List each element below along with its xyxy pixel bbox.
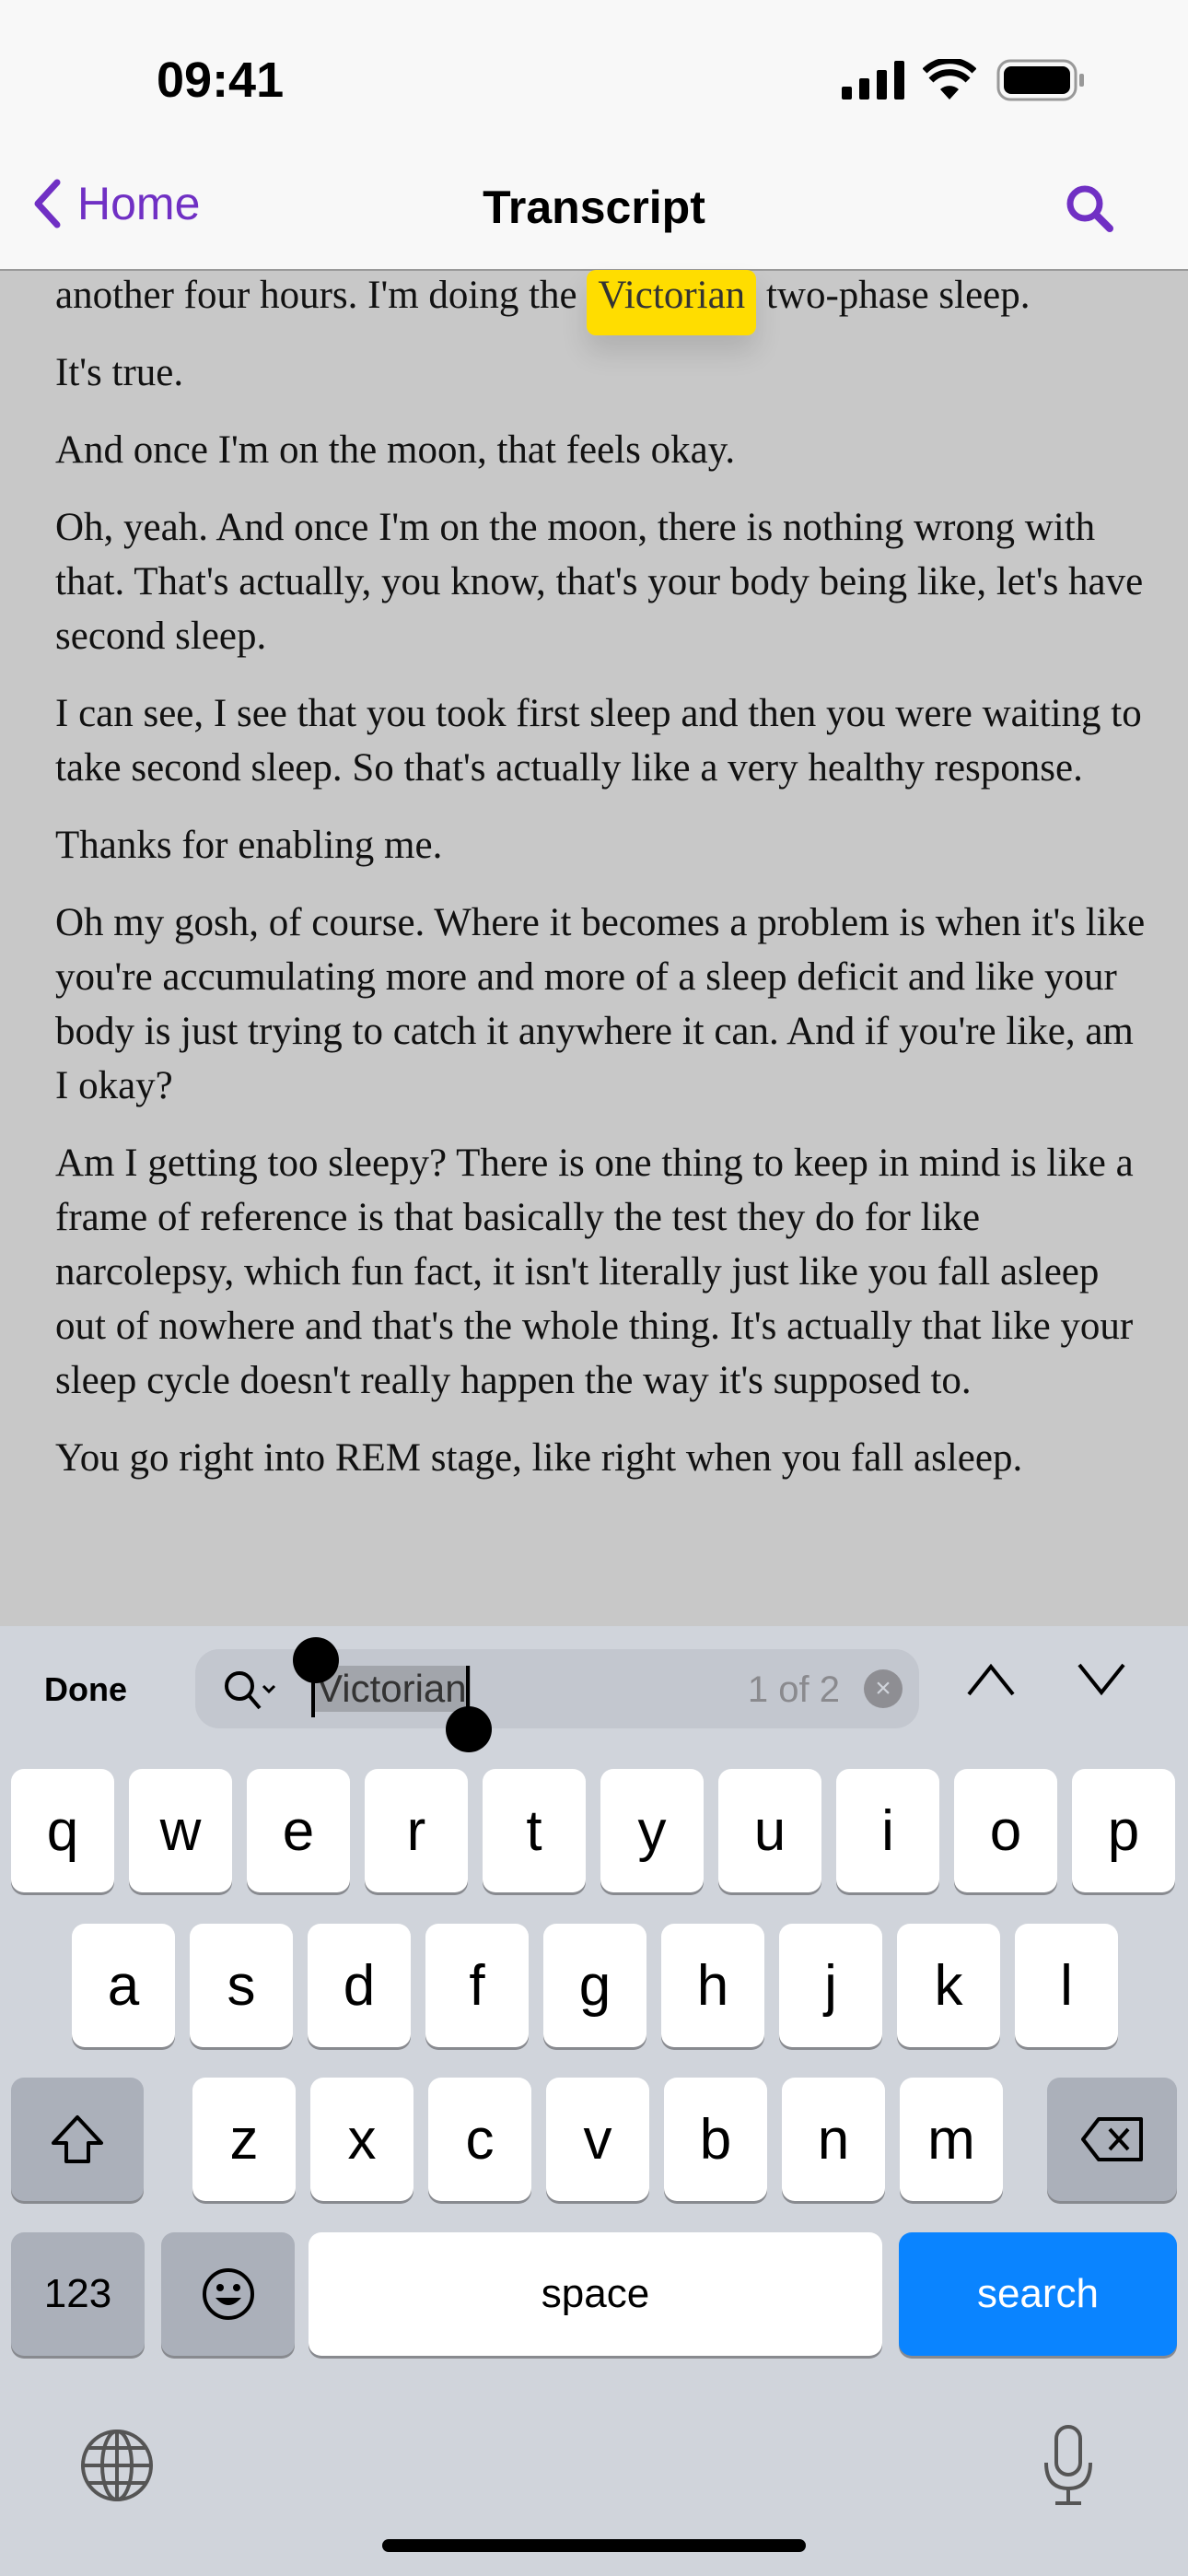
status-time: 09:41 xyxy=(157,53,285,108)
key-v[interactable]: v xyxy=(546,2078,649,2201)
previous-match-icon[interactable] xyxy=(965,1661,1017,1698)
find-query[interactable]: Victorian xyxy=(313,1666,471,1712)
page-title: Transcript xyxy=(483,181,705,233)
next-match-icon[interactable] xyxy=(1076,1661,1127,1698)
key-u[interactable]: u xyxy=(718,1769,821,1892)
transcript-body: another four hours. I'm doing the Victor… xyxy=(55,268,1151,1508)
key-f[interactable]: f xyxy=(425,1924,529,2047)
status-bar: 09:41 xyxy=(0,0,1188,147)
text: another four hours. I'm doing the xyxy=(55,274,588,317)
selection-start-handle[interactable] xyxy=(293,1637,339,1683)
selection-end-handle[interactable] xyxy=(446,1706,492,1752)
backspace-key[interactable] xyxy=(1047,2078,1177,2201)
emoji-key[interactable] xyxy=(161,2232,295,2356)
search-icon[interactable] xyxy=(1064,182,1115,234)
transcript-paragraph: Am I getting too sleepy? There is one th… xyxy=(55,1142,1134,1402)
search-options-icon[interactable] xyxy=(223,1669,282,1710)
transcript-paragraph: Oh, yeah. And once I'm on the moon, ther… xyxy=(55,506,1144,658)
key-o[interactable]: o xyxy=(954,1769,1057,1892)
search-key[interactable]: search xyxy=(899,2232,1177,2356)
home-indicator[interactable] xyxy=(382,2539,806,2552)
key-l[interactable]: l xyxy=(1015,1924,1118,2047)
match-count: 1 of 2 xyxy=(747,1669,840,1710)
text: two-phase sleep. xyxy=(756,274,1031,317)
space-key[interactable]: space xyxy=(309,2232,882,2356)
key-p[interactable]: p xyxy=(1072,1769,1175,1892)
shift-icon xyxy=(52,2115,103,2163)
key-b[interactable]: b xyxy=(664,2078,767,2201)
delete-icon xyxy=(1080,2117,1143,2161)
transcript-paragraph: You go right into REM stage, like right … xyxy=(55,1436,1023,1480)
navigation-bar: Home Transcript xyxy=(0,147,1188,271)
key-y[interactable]: y xyxy=(600,1769,704,1892)
key-c[interactable]: c xyxy=(428,2078,531,2201)
battery-icon xyxy=(996,59,1084,101)
keyboard-area: Done Victorian 1 of 2 × qwertyuiop asdfgh… xyxy=(0,1626,1188,2576)
key-e[interactable]: e xyxy=(247,1769,350,1892)
emoji-icon xyxy=(202,2268,254,2320)
transcript-paragraph: Oh my gosh, of course. Where it becomes … xyxy=(55,901,1146,1107)
numbers-key[interactable]: 123 xyxy=(11,2232,145,2356)
key-q[interactable]: q xyxy=(11,1769,114,1892)
key-z[interactable]: z xyxy=(192,2078,296,2201)
key-g[interactable]: g xyxy=(543,1924,646,2047)
key-s[interactable]: s xyxy=(190,1924,293,2047)
transcript-paragraph: another four hours. I'm doing the Victor… xyxy=(55,268,1151,335)
transcript-paragraph: Thanks for enabling me. xyxy=(55,824,443,867)
transcript-paragraph: It's true. xyxy=(55,351,184,394)
transcript-paragraph: I can see, I see that you took first sle… xyxy=(55,692,1142,790)
key-t[interactable]: t xyxy=(483,1769,586,1892)
key-d[interactable]: d xyxy=(308,1924,411,2047)
key-j[interactable]: j xyxy=(779,1924,882,2047)
key-m[interactable]: m xyxy=(900,2078,1003,2201)
key-i[interactable]: i xyxy=(836,1769,939,1892)
search-match-highlight: Victorian xyxy=(587,270,757,335)
key-h[interactable]: h xyxy=(661,1924,764,2047)
key-w[interactable]: w xyxy=(129,1769,232,1892)
microphone-icon[interactable] xyxy=(1041,2424,1096,2507)
find-field[interactable]: Victorian 1 of 2 × xyxy=(195,1637,919,1752)
clear-icon[interactable]: × xyxy=(864,1669,903,1708)
key-n[interactable]: n xyxy=(782,2078,885,2201)
wifi-icon xyxy=(923,59,976,100)
key-x[interactable]: x xyxy=(310,2078,413,2201)
key-a[interactable]: a xyxy=(72,1924,175,2047)
shift-key[interactable] xyxy=(11,2078,144,2201)
cellular-signal-icon xyxy=(842,61,904,100)
key-r[interactable]: r xyxy=(365,1769,468,1892)
key-k[interactable]: k xyxy=(897,1924,1000,2047)
transcript-paragraph: And once I'm on the moon, that feels oka… xyxy=(55,428,736,472)
done-button[interactable]: Done xyxy=(44,1670,127,1709)
globe-icon[interactable] xyxy=(79,2428,155,2503)
